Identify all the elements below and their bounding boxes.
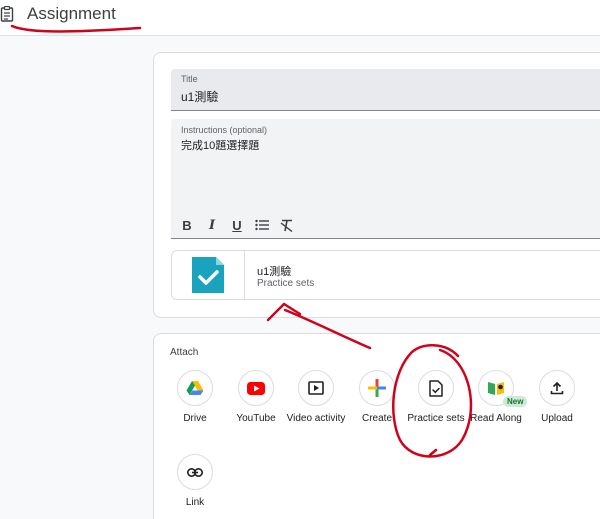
tool-label: Video activity [286, 413, 346, 424]
tool-label: Read Along [470, 413, 522, 424]
new-badge: New [503, 396, 528, 407]
bold-button[interactable]: B [179, 217, 195, 233]
attachment-name: u1測驗 [257, 266, 292, 278]
practice-sets-icon [429, 379, 443, 397]
title-field-value: u1測驗 [181, 90, 219, 104]
attached-practice-set[interactable]: u1測驗 Practice sets [171, 250, 600, 300]
attach-read-along-button[interactable]: New Read Along [466, 370, 528, 425]
tool-label: Drive [183, 413, 207, 424]
create-plus-icon [368, 379, 386, 397]
bulleted-list-button[interactable] [254, 217, 270, 233]
underline-button[interactable]: U [229, 217, 245, 233]
tool-label: Practice sets [407, 413, 465, 424]
practice-set-thumbnail [172, 251, 245, 299]
attach-practice-sets-button[interactable]: Practice sets [406, 370, 466, 425]
read-along-book-icon [488, 382, 504, 395]
upload-icon [550, 381, 564, 395]
attach-card: Attach Drive YouTube Video activity Crea… [153, 333, 600, 519]
title-field[interactable]: Title u1測驗 [171, 69, 600, 111]
attach-drive-button[interactable]: Drive [165, 370, 225, 425]
instructions-field-value: 完成10題選擇題 [181, 140, 260, 152]
tool-label: Link [185, 497, 205, 508]
page-title: Assignment [27, 4, 116, 23]
clear-formatting-icon [280, 219, 293, 232]
attach-video-activity-button[interactable]: Video activity [286, 370, 346, 425]
top-bar: Assignment [0, 0, 600, 36]
video-activity-icon [308, 381, 324, 395]
format-toolbar: B I U [179, 214, 295, 236]
youtube-icon [247, 381, 265, 395]
attach-youtube-button[interactable]: YouTube [226, 370, 286, 425]
tool-label: YouTube [236, 413, 276, 424]
tool-label: Upload [541, 413, 573, 424]
attach-create-button[interactable]: Create [347, 370, 407, 425]
attach-tools: Drive YouTube Video activity Create Prac… [154, 334, 600, 519]
title-field-label: Title [181, 74, 198, 84]
clear-formatting-button[interactable] [279, 217, 295, 233]
assignment-form-card: Title u1測驗 Instructions (optional) 完成10題… [153, 52, 600, 318]
practice-sets-file-icon [192, 257, 224, 293]
google-drive-icon [186, 381, 204, 395]
assignment-icon [0, 5, 14, 22]
link-icon [187, 467, 203, 477]
tool-label: Create [361, 413, 392, 424]
bulleted-list-icon [255, 219, 269, 231]
instructions-field-label: Instructions (optional) [181, 125, 268, 135]
italic-button[interactable]: I [204, 217, 220, 233]
attachment-type: Practice sets [257, 278, 315, 289]
attach-upload-button[interactable]: Upload [527, 370, 587, 425]
attach-link-button[interactable]: Link [165, 454, 225, 509]
instructions-field[interactable]: Instructions (optional) 完成10題選擇題 B I U [171, 119, 600, 239]
